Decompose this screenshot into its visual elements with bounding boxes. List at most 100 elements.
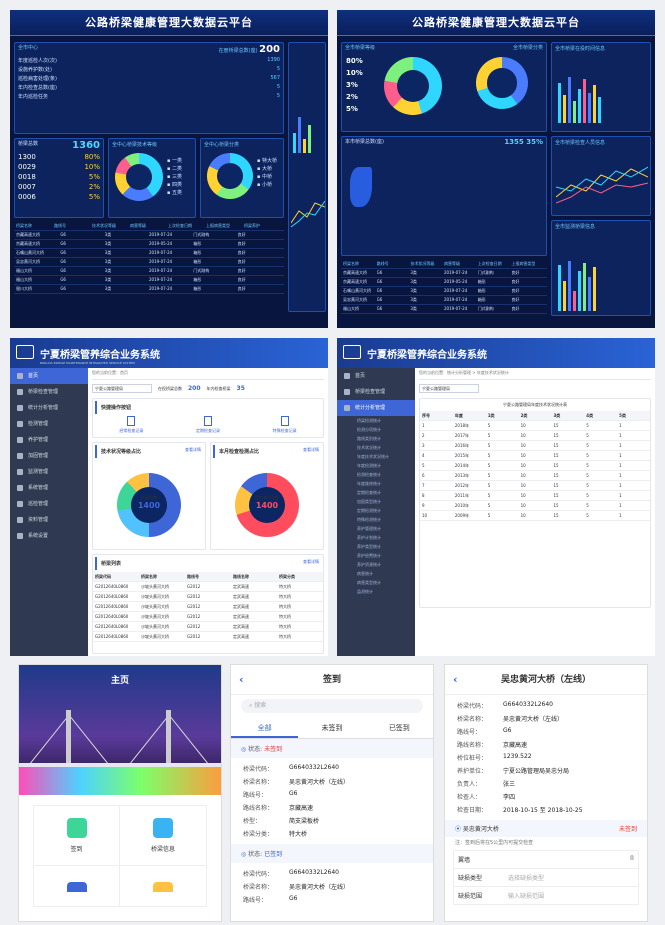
sidebar-item[interactable]: 桥梁检查管理 [337, 384, 415, 400]
sidebar-item[interactable]: 首页 [337, 368, 415, 384]
table-row[interactable]: 京藏高速大桥 G6 3类 2019-07-24 门式刚构 良好 [14, 231, 284, 240]
sidebar-subitem[interactable]: 特殊检测统计 [337, 515, 415, 524]
table-cell: 定武高速 [233, 623, 249, 629]
mobile-checkin: ‹ 签到 ⌕ 搜索 全部 未签到 已签到 ◎ 状态: 未签到 桥梁代码： G664033… [230, 664, 434, 922]
bridge-list-more-link[interactable]: 查看详情 [303, 559, 319, 565]
sidebar-subitem[interactable]: 年度维修统计 [337, 479, 415, 488]
stat-row: 1300 80% [15, 152, 103, 162]
sidebar-subitem[interactable]: 年度检测统计 [337, 461, 415, 470]
sidebar-subitem[interactable]: 养护经费统计 [337, 551, 415, 560]
table-row[interactable]: G2012640L0860 沙坡头黄河大桥 G2012 定武高速 特大桥 [93, 632, 323, 642]
field-label: 负责人： [457, 781, 482, 788]
sidebar-item[interactable]: 系统管理 [10, 480, 88, 496]
table-row[interactable]: 石嘴山黄河大桥 G6 3类 2019-07-24 箱形 良好 [341, 287, 547, 296]
sidebar-subitem[interactable]: 养护类型统计 [337, 542, 415, 551]
bridge-class-title: 全中心桥梁分类 [204, 142, 240, 148]
table-row[interactable]: 4 2015年 5 10 15 5 1 [420, 451, 650, 461]
table-row[interactable]: 3 2016年 5 10 15 5 1 [420, 441, 650, 451]
table-row[interactable]: 9 2010年 5 10 15 5 1 [420, 501, 650, 511]
sidebar-subitem[interactable]: 养护管理统计 [337, 524, 415, 533]
field-label: 检查人： [457, 794, 482, 801]
table-row[interactable]: 10 2009年 5 10 15 5 1 [420, 511, 650, 521]
column-header: 序号 [422, 412, 430, 418]
table-cell: G6 [60, 241, 66, 246]
sidebar-subitem[interactable]: 定期检测统计 [337, 506, 415, 515]
sidebar-subitem[interactable]: 检测分项统计 [337, 425, 415, 434]
back-icon[interactable]: ‹ [239, 665, 244, 695]
sidebar-subitem[interactable]: 加固类型统计 [337, 497, 415, 506]
form-row[interactable]: 缺损类型 选择缺损类型 [454, 868, 638, 886]
quick-action[interactable]: 经常检查记录 [119, 416, 143, 434]
sidebar-subitem[interactable]: 检测检查统计 [337, 470, 415, 479]
table-row[interactable]: 京藏高速大桥 G6 3类 2019-07-24 门式刚构 良好 [341, 269, 547, 278]
quick-action[interactable]: 定期检查记录 [196, 416, 220, 434]
sidebar-subitem[interactable]: 路线类别统计 [337, 434, 415, 443]
table-row[interactable]: 2 2017年 5 10 15 5 1 [420, 431, 650, 441]
back-icon[interactable]: ‹ [453, 665, 458, 695]
sidebar-subitem[interactable]: 养护资源统计 [337, 560, 415, 569]
table-row[interactable]: 京藏高速大桥 G6 3类 2019-05-24 箱形 良好 [341, 278, 547, 287]
sidebar-item[interactable]: 统计分析管理 [10, 400, 88, 416]
table-row[interactable]: 7 2012年 5 10 15 5 1 [420, 481, 650, 491]
camera-icon[interactable]: ⌷ [630, 855, 634, 864]
sidebar-item[interactable]: 养护管理 [10, 432, 88, 448]
org-select-2[interactable]: 宁夏公路管理局 [419, 384, 479, 393]
table-row[interactable]: G2012640L0860 沙坡头黄河大桥 G2012 定武高速 特大桥 [93, 582, 323, 592]
tile-3[interactable] [34, 866, 120, 906]
sidebar-subitem[interactable]: 桥梁检测统计 [337, 416, 415, 425]
sidebar-item[interactable]: 资料管理 [10, 512, 88, 528]
field-value: 宁夏公路管理局吴忠分局 [503, 768, 570, 775]
sidebar-item[interactable]: 统计分析管理 [337, 400, 415, 416]
sidebar-item[interactable]: 监测管理 [10, 464, 88, 480]
table-row[interactable]: 石嘴山黄河大桥 G6 3类 2019-07-24 箱形 良好 [14, 249, 284, 258]
sidebar-item[interactable]: 检测管理 [10, 416, 88, 432]
sidebar-item[interactable]: 加固管理 [10, 448, 88, 464]
table-row[interactable]: 京藏高速大桥 G6 3类 2019-05-24 箱形 良好 [14, 240, 284, 249]
search-input[interactable]: ⌕ 搜索 [241, 699, 423, 713]
sidebar-subitem[interactable]: 养护计划统计 [337, 533, 415, 542]
table-row[interactable]: 6 2013年 5 10 15 5 1 [420, 471, 650, 481]
tech-ratio-more-link[interactable]: 查看详情 [185, 447, 201, 453]
table-cell: 5 [487, 443, 491, 448]
sidebar-item[interactable]: 首页 [10, 368, 88, 384]
sidebar-subitem[interactable]: 年度技术状况统计 [337, 452, 415, 461]
column-header: 病害等级 [444, 261, 461, 266]
table-cell: 3类 [410, 279, 417, 284]
sidebar-item[interactable]: 桥梁检查管理 [10, 384, 88, 400]
sidebar-subitem[interactable]: 定期检查统计 [337, 488, 415, 497]
bridge-info-tile[interactable]: 桥梁信息 [120, 806, 206, 866]
table-row[interactable]: 8 2011年 5 10 15 5 1 [420, 491, 650, 501]
table-row[interactable]: G2012640L0860 沙坡头黄河大桥 G2012 定武高速 特大桥 [93, 592, 323, 602]
month-ratio-more-link[interactable]: 查看详情 [303, 447, 319, 453]
table-row[interactable]: 福山大桥 G6 3类 2019-07-24 箱形 良好 [14, 276, 284, 285]
table-row[interactable]: 1 2018年 5 10 15 5 1 [420, 421, 650, 431]
quick-action[interactable]: 特殊检查记录 [273, 416, 297, 434]
sidebar-subitem[interactable]: 病害统计 [337, 569, 415, 578]
table-row[interactable]: 福山大桥 G6 3类 2019-07-24 门式刚构 良好 [14, 267, 284, 276]
tab[interactable]: 未签到 [298, 717, 365, 738]
table-row[interactable]: G2012640L0860 沙坡头黄河大桥 G2012 定武高速 特大桥 [93, 622, 323, 632]
sidebar-subitem[interactable]: 技术状况统计 [337, 443, 415, 452]
sidebar-subitem[interactable]: 病害类型统计 [337, 578, 415, 587]
column-header: 1类 [487, 412, 495, 418]
table-row[interactable]: G2012640L0860 沙坡头黄河大桥 G2012 定武高速 特大桥 [93, 612, 323, 622]
table-row[interactable]: 吴忠黄河大桥 G6 3类 2019-07-24 箱形 良好 [341, 296, 547, 305]
tab[interactable]: 全部 [231, 717, 299, 738]
sidebar-item[interactable]: 巡检管理 [10, 496, 88, 512]
table-row[interactable]: 吴忠黄河大桥 G6 3类 2019-07-24 箱形 良好 [14, 258, 284, 267]
total-value: 1360 [72, 140, 100, 151]
table-row[interactable]: 5 2014年 5 10 15 5 1 [420, 461, 650, 471]
table-row[interactable]: 福山大桥 G6 3类 2019-07-24 门式刚构 良好 [341, 305, 547, 314]
sidebar-subitem[interactable]: 监测统计 [337, 587, 415, 596]
org-select[interactable]: 宁夏公路管理局 [92, 384, 152, 393]
tile-4[interactable] [120, 866, 206, 906]
form-row[interactable]: 缺损范围 输入缺损范围 [454, 886, 638, 904]
tab[interactable]: 已签到 [366, 717, 433, 738]
checkin-tile[interactable]: 签到 [34, 806, 120, 866]
table-cell: G2012640L0860 [95, 584, 129, 589]
sidebar-item[interactable]: 系统设置 [10, 528, 88, 544]
tile-4-icon [153, 882, 173, 892]
table-cell: 良好 [237, 232, 246, 237]
table-row[interactable]: G2012640L0860 沙坡头黄河大桥 G2012 定武高速 特大桥 [93, 602, 323, 612]
table-row[interactable]: 银川大桥 G6 3类 2019-07-24 箱形 良好 [14, 285, 284, 294]
